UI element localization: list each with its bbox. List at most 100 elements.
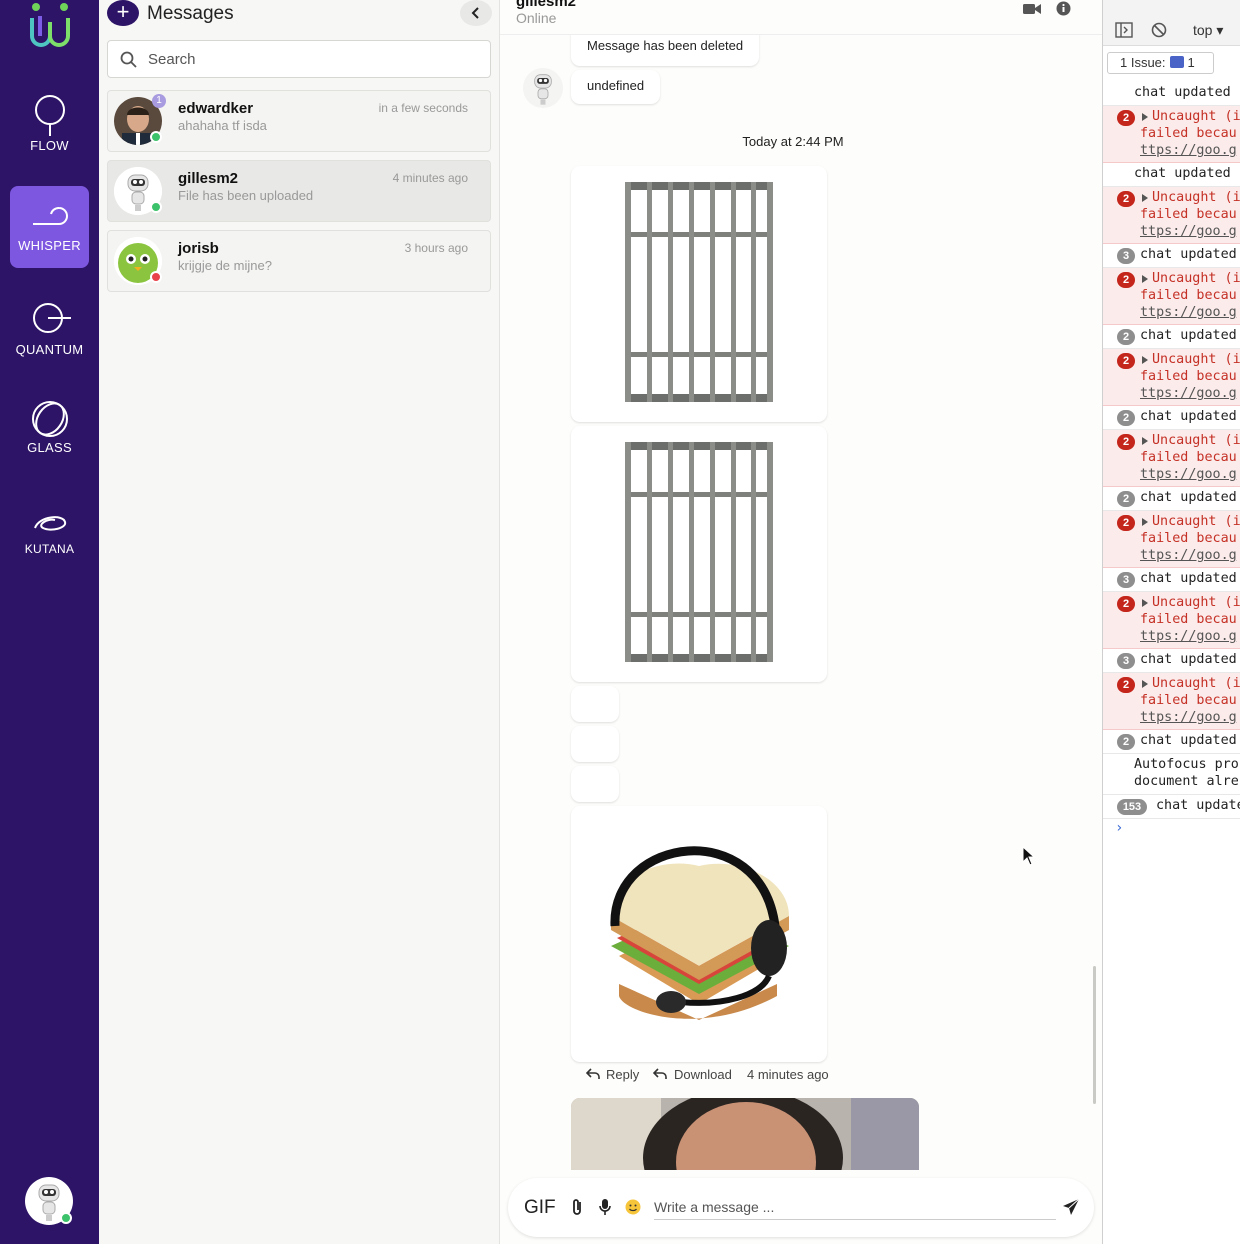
nav-quantum-label: QUANTUM xyxy=(15,342,84,357)
expand-triangle-icon[interactable] xyxy=(1142,518,1148,526)
message-time: 4 minutes ago xyxy=(747,1067,829,1082)
nav-whisper[interactable]: WHISPER xyxy=(10,186,89,268)
emoji-icon[interactable] xyxy=(625,1198,641,1216)
console-error-row[interactable]: 2 Uncaught (i failed becau ttps://goo.g xyxy=(1103,511,1240,568)
expand-triangle-icon[interactable] xyxy=(1142,680,1148,688)
send-icon[interactable] xyxy=(1062,1198,1080,1216)
error-link[interactable]: ttps://goo.g xyxy=(1140,548,1237,563)
video-call-icon[interactable] xyxy=(1023,2,1041,16)
nav-glass[interactable]: GLASS xyxy=(10,388,89,470)
collapse-panel-button[interactable] xyxy=(460,0,492,26)
console-log-row[interactable]: 2 chat updated xyxy=(1103,325,1240,349)
console-error-row[interactable]: 2 Uncaught (i failed becau ttps://goo.g xyxy=(1103,187,1240,244)
expand-triangle-icon[interactable] xyxy=(1142,113,1148,121)
gif-message[interactable] xyxy=(571,1098,919,1170)
sender-avatar xyxy=(523,68,563,108)
console-log-row[interactable]: 3 chat updated xyxy=(1103,649,1240,673)
reply-icon[interactable] xyxy=(586,1068,600,1080)
mouse-cursor-icon xyxy=(1022,846,1036,866)
chat-list-item[interactable]: gillesm2 File has been uploaded 4 minute… xyxy=(107,160,491,222)
console-log-row[interactable]: 2 chat updated xyxy=(1103,406,1240,430)
contact-status: Online xyxy=(516,10,557,26)
console-log-row[interactable]: 3 chat updated xyxy=(1103,244,1240,268)
console-log-row[interactable]: Autofocus pro document alre xyxy=(1103,754,1240,795)
console-error-row[interactable]: 2 Uncaught (i failed becau ttps://goo.g xyxy=(1103,349,1240,406)
conversation-scrollbar[interactable] xyxy=(1093,966,1096,1104)
contact-name: gillesm2 xyxy=(516,0,577,10)
console-error-row[interactable]: 2 Uncaught (i failed becau ttps://goo.g xyxy=(1103,592,1240,649)
error-link[interactable]: ttps://goo.g xyxy=(1140,467,1237,482)
expand-triangle-icon[interactable] xyxy=(1142,356,1148,364)
expand-triangle-icon[interactable] xyxy=(1142,275,1148,283)
chat-list-item[interactable]: 1 edwardker ahahaha tf isda in a few sec… xyxy=(107,90,491,152)
console-error-row[interactable]: 2 Uncaught (i failed becau ttps://goo.g xyxy=(1103,268,1240,325)
console-log-row[interactable]: 2 chat updated xyxy=(1103,487,1240,511)
kutana-icon xyxy=(34,516,67,531)
console-prompt-icon[interactable]: › xyxy=(1115,820,1123,836)
app-logo-icon[interactable] xyxy=(28,0,72,52)
context-select[interactable]: top ▾ xyxy=(1193,22,1223,39)
download-icon[interactable] xyxy=(653,1068,667,1080)
message-input[interactable] xyxy=(654,1194,1056,1220)
clear-console-icon[interactable] xyxy=(1151,22,1167,38)
microphone-icon[interactable] xyxy=(597,1198,613,1216)
reply-button[interactable]: Reply xyxy=(606,1067,639,1082)
error-link[interactable]: ttps://goo.g xyxy=(1140,629,1237,644)
contact-name: jorisb xyxy=(178,240,219,257)
empty-message-bubble[interactable] xyxy=(571,686,619,722)
new-message-button[interactable]: + xyxy=(107,0,139,26)
log-message-line: failed becau xyxy=(1140,126,1237,141)
issues-button[interactable]: 1 Issue: 1 xyxy=(1107,52,1214,74)
error-link[interactable]: ttps://goo.g xyxy=(1140,143,1237,158)
console-log-row[interactable]: 3 chat updated xyxy=(1103,568,1240,592)
image-message[interactable] xyxy=(571,806,827,1062)
log-message-line: chat updated xyxy=(1140,409,1237,424)
error-link[interactable]: ttps://goo.g xyxy=(1140,224,1237,239)
error-link[interactable]: ttps://goo.g xyxy=(1140,386,1237,401)
search-input[interactable] xyxy=(148,47,478,71)
glass-icon xyxy=(32,401,68,437)
empty-message-bubble[interactable] xyxy=(571,766,619,802)
quantum-icon xyxy=(33,303,71,333)
deleted-message-bubble[interactable]: Message has been deleted xyxy=(571,30,760,66)
console-log-row[interactable]: 153 chat update xyxy=(1103,795,1240,819)
repeat-count-badge: 2 xyxy=(1117,515,1135,531)
sidebar-toggle-icon[interactable] xyxy=(1115,22,1133,38)
paperclip-icon[interactable] xyxy=(570,1198,586,1216)
empty-message-bubble[interactable] xyxy=(571,726,619,762)
log-message-line: failed becau xyxy=(1140,288,1237,303)
gif-button[interactable]: GIF xyxy=(524,1197,556,1219)
log-message-line: failed becau xyxy=(1140,450,1237,465)
nav-quantum[interactable]: QUANTUM xyxy=(10,290,89,372)
console-log-row[interactable]: chat updated xyxy=(1103,163,1240,187)
offline-status-dot xyxy=(150,271,162,283)
error-message-line: Uncaught (i xyxy=(1152,109,1240,124)
console-error-row[interactable]: 2 Uncaught (i failed becau ttps://goo.g xyxy=(1103,430,1240,487)
message-composer: GIF xyxy=(508,1178,1094,1237)
console-error-row[interactable]: 2 Uncaught (i failed becau ttps://goo.g xyxy=(1103,106,1240,163)
log-message-line: chat update xyxy=(1156,798,1240,813)
console-error-row[interactable]: 2 Uncaught (i failed becau ttps://goo.g xyxy=(1103,673,1240,730)
log-message-line: chat updated xyxy=(1140,733,1237,748)
console-log-row[interactable]: chat updated xyxy=(1103,82,1240,106)
chat-list-item[interactable]: jorisb krijgje de mijne? 3 hours ago xyxy=(107,230,491,292)
nav-flow[interactable]: FLOW xyxy=(10,86,89,168)
jail-bars-image-icon xyxy=(625,182,773,402)
error-message-line: Uncaught (i xyxy=(1152,271,1240,286)
expand-triangle-icon[interactable] xyxy=(1142,599,1148,607)
repeat-count-badge: 3 xyxy=(1117,248,1135,264)
image-message[interactable] xyxy=(571,166,827,422)
error-link[interactable]: ttps://goo.g xyxy=(1140,710,1237,725)
image-message[interactable] xyxy=(571,426,827,682)
expand-triangle-icon[interactable] xyxy=(1142,194,1148,202)
console-log-row[interactable]: 2 chat updated xyxy=(1103,730,1240,754)
download-button[interactable]: Download xyxy=(674,1067,732,1082)
nav-kutana[interactable]: KUTANA xyxy=(10,490,89,572)
expand-triangle-icon[interactable] xyxy=(1142,437,1148,445)
message-bubble[interactable]: undefined xyxy=(571,70,661,104)
repeat-count-badge: 3 xyxy=(1117,653,1135,669)
info-icon[interactable] xyxy=(1056,1,1071,16)
log-message-line: failed becau xyxy=(1140,369,1237,384)
error-link[interactable]: ttps://goo.g xyxy=(1140,305,1237,320)
flow-icon xyxy=(35,95,65,136)
